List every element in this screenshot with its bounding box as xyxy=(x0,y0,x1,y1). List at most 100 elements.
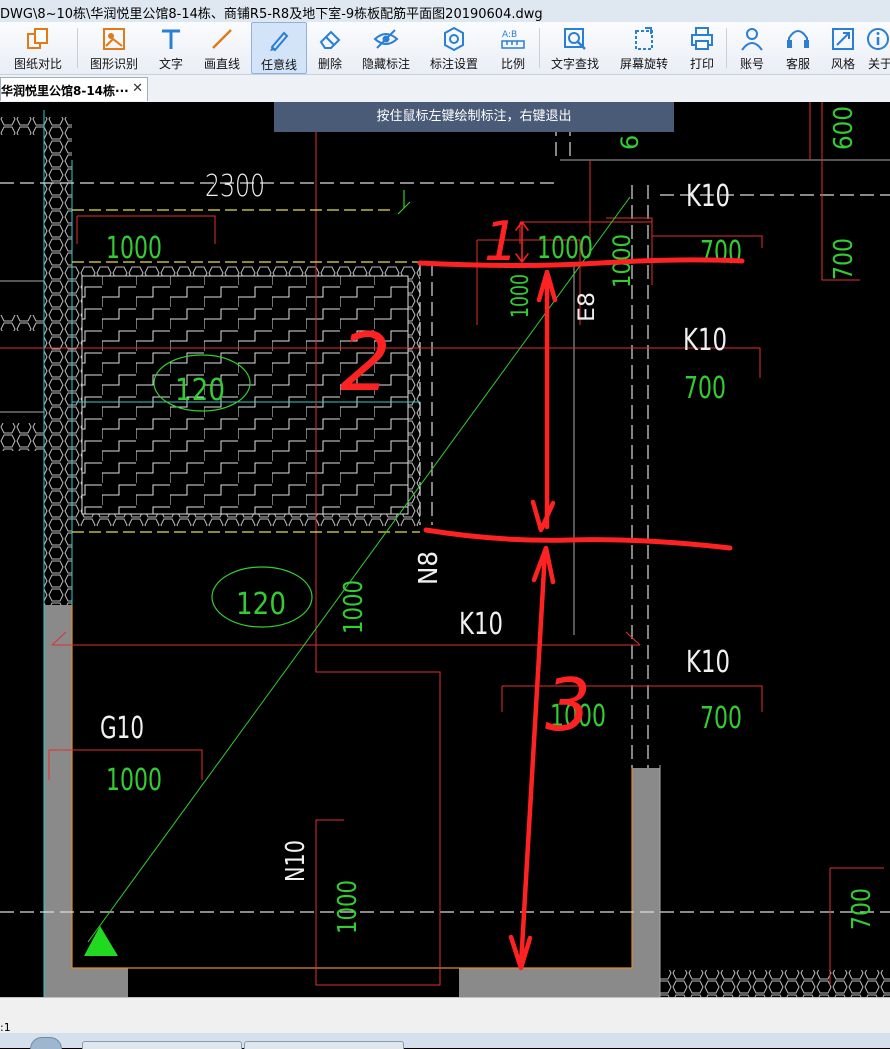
label-n8: N8 xyxy=(414,551,444,585)
drawing-svg[interactable]: 2300 K10 K10 K10 K10 G10 N8 N10 E8 1000 … xyxy=(0,102,890,997)
document-tab[interactable]: 华润悦里公馆8-14栋··· ✕ xyxy=(0,77,148,101)
support-button[interactable]: 客服 xyxy=(776,22,820,74)
line-icon xyxy=(212,29,232,49)
rotate-button[interactable]: 屏幕旋转 xyxy=(612,22,676,74)
style-button[interactable]: 风格 xyxy=(822,22,864,74)
hatch-strip-mid xyxy=(0,315,44,331)
wall-block-left xyxy=(44,605,72,997)
label-k10-d: K10 xyxy=(686,645,730,680)
toolbar-separator xyxy=(539,28,540,68)
about-button[interactable]: 关于 xyxy=(866,22,890,74)
settings-button[interactable]: 标注设置 xyxy=(423,22,485,74)
hatch-strip-top xyxy=(0,117,44,135)
rotate-label: 屏幕旋转 xyxy=(619,57,668,71)
label-n10: N10 xyxy=(281,840,311,882)
hide-button[interactable]: 隐藏标注 xyxy=(355,22,417,74)
close-icon[interactable]: ✕ xyxy=(132,81,143,96)
value-120-a: 120 xyxy=(175,373,225,408)
label-g10: G10 xyxy=(100,711,144,746)
value-700-d: 700 xyxy=(829,238,859,280)
headset-icon xyxy=(787,30,809,48)
user-icon xyxy=(741,28,763,51)
pen-icon xyxy=(270,31,289,52)
print-label: 打印 xyxy=(689,57,714,71)
search-icon xyxy=(564,28,586,50)
label-k10-b: K10 xyxy=(683,323,727,358)
hatch-strip-bottom xyxy=(660,970,890,997)
settings-label: 标注设置 xyxy=(429,57,478,71)
value-700-c: 700 xyxy=(700,701,742,736)
os-taskbar xyxy=(0,1033,890,1049)
toolbar-separator xyxy=(77,28,78,68)
window-title-bar: DWG\8~10栋\华润悦里公馆8-14栋、商铺R5-R8及地下室-9栋板配筋平… xyxy=(0,0,890,23)
hatch-column xyxy=(44,117,72,605)
account-button[interactable]: 账号 xyxy=(730,22,774,74)
label-k10-c: K10 xyxy=(459,607,503,642)
value-1000-b: 1000 xyxy=(537,231,593,266)
value-700-b: 700 xyxy=(684,371,726,406)
start-button[interactable] xyxy=(30,1037,62,1049)
line-label: 画直线 xyxy=(203,57,240,71)
freeline-label: 任意线 xyxy=(260,58,297,72)
text-label: 文字 xyxy=(158,57,183,71)
recognize-button[interactable]: 图形识别 xyxy=(82,22,146,74)
drawing-hint-banner: 按住鼠标左键绘制标注，右键退出 xyxy=(274,102,674,132)
document-tab-bar: 华润悦里公馆8-14栋··· ✕ xyxy=(0,75,890,103)
document-tab-label: 华润悦里公馆8-14栋··· xyxy=(1,84,129,98)
toolbar-separator xyxy=(726,28,727,68)
rotate-icon xyxy=(635,27,653,50)
value-1000-h: 1000 xyxy=(333,880,363,934)
wall-block-bottom xyxy=(459,968,632,997)
compare-icon xyxy=(27,28,48,49)
text-icon xyxy=(162,29,180,49)
value-1000-e: 1000 xyxy=(506,274,534,318)
value-1000-a: 1000 xyxy=(106,231,162,266)
value-1000-g: 1000 xyxy=(339,580,369,634)
value-700-a: 700 xyxy=(700,235,742,270)
hide-label: 隐藏标注 xyxy=(361,57,410,71)
value-1000-d: 1000 xyxy=(106,763,162,798)
compare-button[interactable]: 图纸对比 xyxy=(2,22,74,74)
annotation-number-2: 2 xyxy=(340,316,391,409)
green-tick xyxy=(397,190,411,215)
search-button[interactable]: 文字查找 xyxy=(544,22,606,74)
support-label: 客服 xyxy=(785,57,810,71)
print-button[interactable]: 打印 xyxy=(682,22,722,74)
value-120-b: 120 xyxy=(236,587,286,622)
svg-text:A:B: A:B xyxy=(502,30,517,40)
delete-button[interactable]: 删除 xyxy=(309,22,351,74)
recognize-label: 图形识别 xyxy=(89,57,138,71)
account-label: 账号 xyxy=(739,57,764,71)
line-button[interactable]: 画直线 xyxy=(198,22,246,74)
annotation-line-2 xyxy=(423,527,733,551)
wall-block-bottom-left xyxy=(72,968,128,997)
toolbar: 图纸对比 图形识别 文字 画直线 任意线 删除 隐藏标注 标注设置 A:B 比例… xyxy=(0,22,890,75)
recognize-icon xyxy=(103,28,125,50)
window-title: DWG\8~10栋\华润悦里公馆8-14栋、商铺R5-R8及地下室-9栋板配筋平… xyxy=(0,7,543,22)
search-label: 文字查找 xyxy=(550,57,599,71)
value-700-e: 700 xyxy=(847,888,877,930)
style-label: 风格 xyxy=(830,57,855,71)
about-label: 关于 xyxy=(868,57,890,71)
eraser-icon xyxy=(319,30,341,49)
text-button[interactable]: 文字 xyxy=(148,22,194,74)
cyan-lines xyxy=(43,110,420,997)
drawing-canvas[interactable]: 2300 K10 K10 K10 K10 G10 N8 N10 E8 1000 … xyxy=(0,102,890,997)
dim-2300: 2300 xyxy=(205,169,265,204)
status-bar: :1 xyxy=(0,997,890,1034)
print-icon xyxy=(691,27,713,50)
info-icon xyxy=(867,28,889,50)
style-icon xyxy=(832,28,854,50)
annotation-arrow-2 xyxy=(530,269,558,533)
scale-button[interactable]: A:B 比例 xyxy=(491,22,535,74)
scale-label: 比例 xyxy=(500,57,525,71)
scale-icon: A:B xyxy=(501,30,525,49)
freeline-button[interactable]: 任意线 xyxy=(251,22,307,74)
eye-icon xyxy=(373,29,399,49)
settings-icon xyxy=(444,26,464,52)
value-6: 6 xyxy=(616,135,644,150)
wall-block-right xyxy=(632,768,660,997)
annotation-number-1: 1 xyxy=(484,210,518,273)
delete-label: 删除 xyxy=(317,57,342,71)
value-600: 600 xyxy=(829,106,859,150)
